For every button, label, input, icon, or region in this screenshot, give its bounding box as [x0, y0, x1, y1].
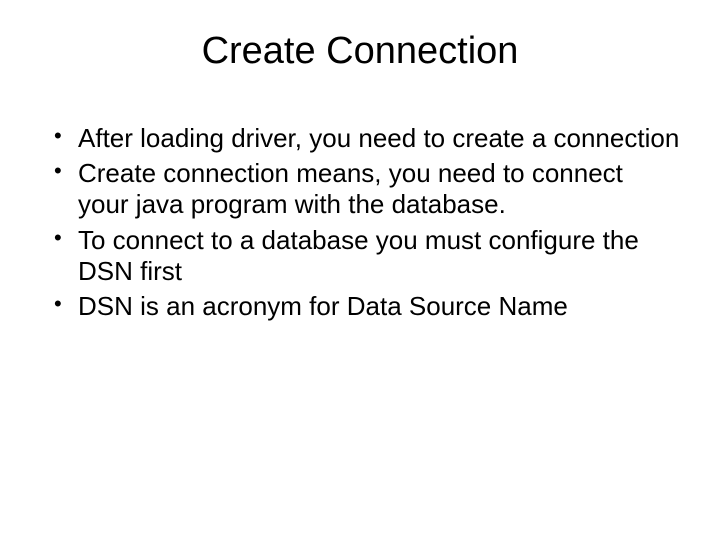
bullet-list: After loading driver, you need to create… [40, 123, 680, 322]
list-item: After loading driver, you need to create… [50, 123, 680, 154]
page-title: Create Connection [40, 30, 680, 73]
list-item: To connect to a database you must config… [50, 225, 680, 287]
list-item: Create connection means, you need to con… [50, 158, 680, 220]
list-item: DSN is an acronym for Data Source Name [50, 291, 680, 322]
